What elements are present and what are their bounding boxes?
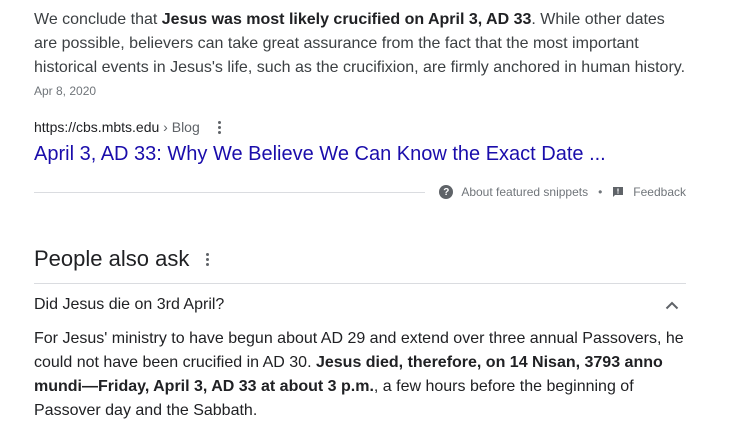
more-vert-icon[interactable] (199, 250, 215, 268)
paa-question-text: Did Jesus die on 3rd April? (34, 296, 225, 313)
people-also-ask-header: People also ask (34, 245, 686, 273)
featured-snippet-text: We conclude that Jesus was most likely c… (34, 8, 686, 80)
paa-question[interactable]: Did Jesus die on 3rd April? (34, 284, 686, 326)
snippet-footer: ? About featured snippets • Feedback (34, 181, 686, 203)
snippet-highlight: Jesus was most likely crucified on April… (161, 11, 532, 28)
more-vert-icon[interactable] (212, 118, 228, 136)
search-results: We conclude that Jesus was most likely c… (34, 0, 686, 423)
feedback-label: Feedback (633, 185, 686, 199)
chevron-up-icon[interactable] (660, 293, 684, 317)
paa-answer: For Jesus' ministry to have begun about … (34, 327, 686, 423)
source-url[interactable]: https://cbs.mbts.edu (34, 119, 159, 135)
divider (34, 191, 426, 193)
people-also-ask-heading: People also ask (34, 246, 190, 271)
about-featured-snippets-link[interactable]: ? About featured snippets (439, 185, 588, 199)
help-circle-icon: ? (439, 185, 454, 199)
snippet-date: Apr 8, 2020 (34, 84, 97, 98)
source-breadcrumb[interactable]: › Blog (159, 119, 200, 135)
result-title-link[interactable]: April 3, AD 33: Why We Believe We Can Kn… (34, 141, 686, 167)
snippet-text-before: We conclude that (34, 11, 162, 28)
source-cite-row: https://cbs.mbts.edu › Blog (34, 118, 686, 136)
feedback-link[interactable]: Feedback (612, 185, 686, 199)
feedback-icon (613, 187, 624, 197)
separator-dot: • (598, 185, 603, 199)
about-featured-snippets-label: About featured snippets (461, 185, 589, 199)
source-cite[interactable]: https://cbs.mbts.edu › Blog (34, 119, 200, 135)
